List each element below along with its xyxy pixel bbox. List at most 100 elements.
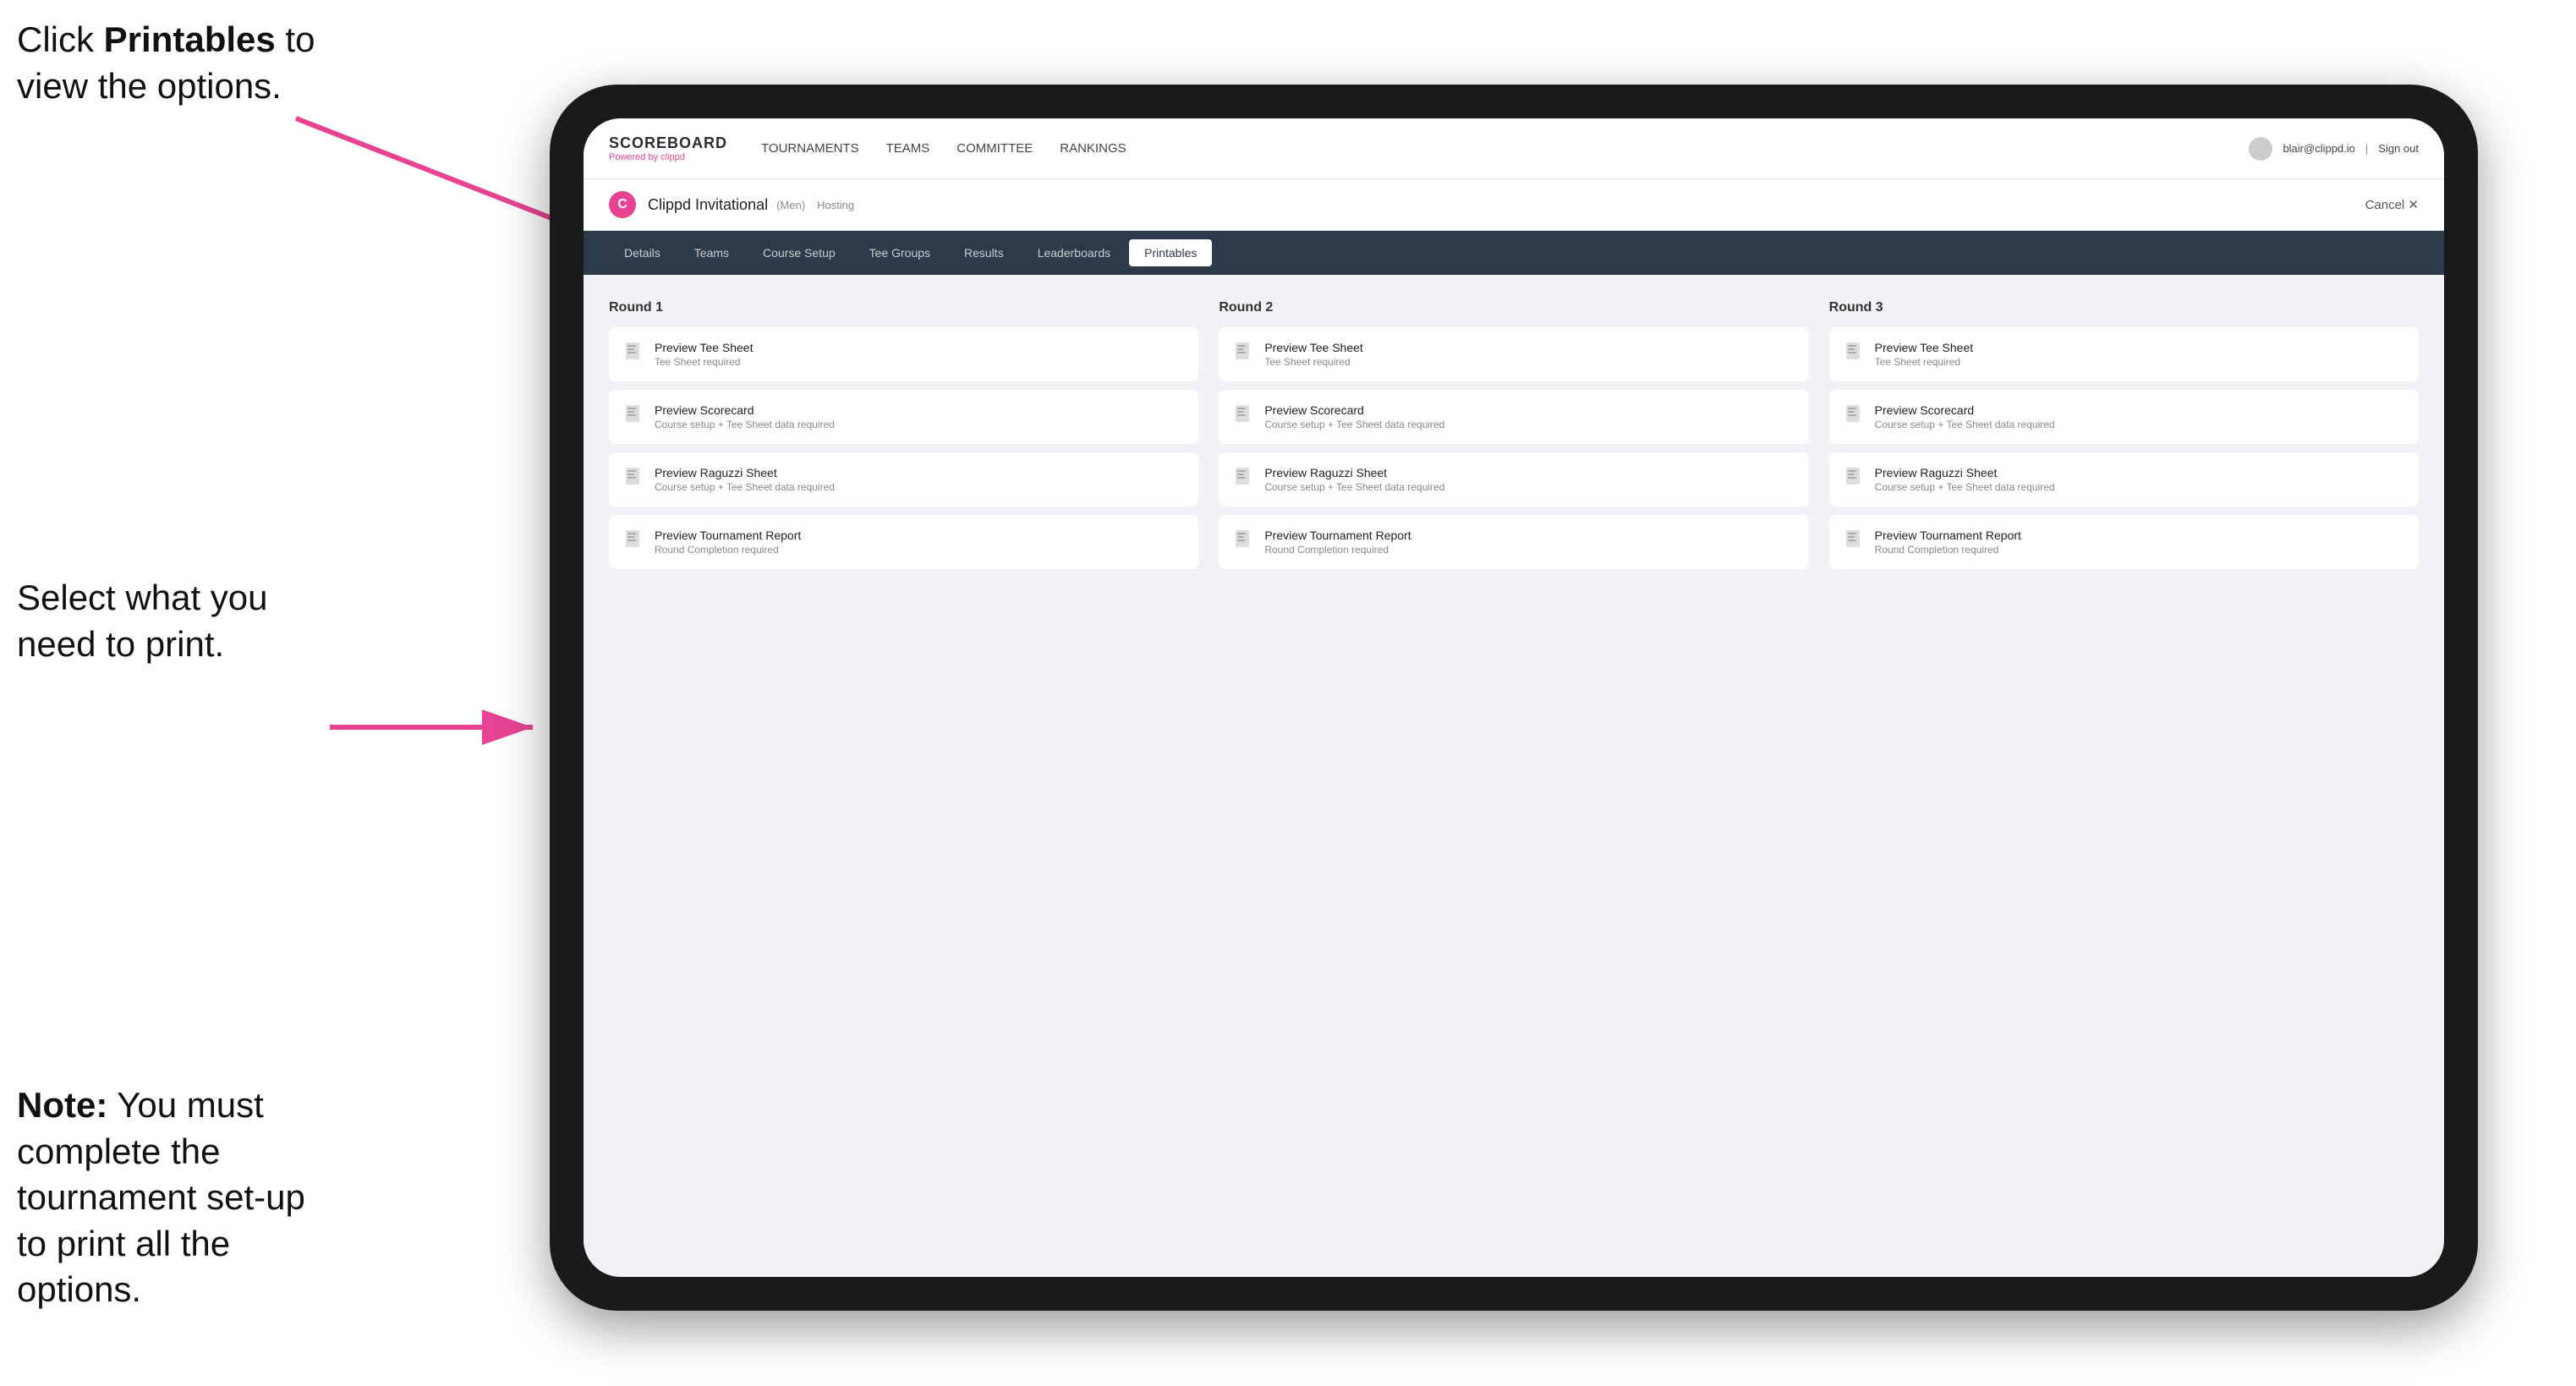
round-3-scorecard-subtitle: Course setup + Tee Sheet data required bbox=[1875, 419, 2055, 430]
document-icon bbox=[624, 468, 644, 491]
rounds-grid: Round 1 Preview Tee Sheet Tee Sheet requ… bbox=[609, 300, 2419, 578]
round-3-tee-sheet-content: Preview Tee Sheet Tee Sheet required bbox=[1875, 341, 1973, 368]
round-2-tee-sheet-subtitle: Tee Sheet required bbox=[1264, 356, 1362, 368]
round-1-raguzzi-content: Preview Raguzzi Sheet Course setup + Tee… bbox=[655, 466, 835, 493]
round-3-raguzzi-title: Preview Raguzzi Sheet bbox=[1875, 466, 2055, 479]
round-1-scorecard-subtitle: Course setup + Tee Sheet data required bbox=[655, 419, 835, 430]
round-2-raguzzi-subtitle: Course setup + Tee Sheet data required bbox=[1264, 481, 1444, 493]
round-3-raguzzi-subtitle: Course setup + Tee Sheet data required bbox=[1875, 481, 2055, 493]
tab-teams[interactable]: Teams bbox=[679, 239, 744, 266]
round-1-tournament-report[interactable]: Preview Tournament Report Round Completi… bbox=[609, 515, 1198, 569]
nav-rankings[interactable]: RANKINGS bbox=[1060, 138, 1126, 159]
nav-tournaments[interactable]: TOURNAMENTS bbox=[761, 138, 859, 159]
logo-sub: Powered by clippd bbox=[609, 152, 727, 162]
round-3-tee-sheet[interactable]: Preview Tee Sheet Tee Sheet required bbox=[1829, 327, 2419, 381]
round-2-tee-sheet-title: Preview Tee Sheet bbox=[1264, 341, 1362, 354]
document-icon bbox=[1234, 342, 1254, 366]
instruction-middle-text: Select what you need to print. bbox=[17, 578, 268, 664]
round-2-title: Round 2 bbox=[1219, 300, 1808, 315]
round-3-tournament-report[interactable]: Preview Tournament Report Round Completi… bbox=[1829, 515, 2419, 569]
round-3-report-content: Preview Tournament Report Round Completi… bbox=[1875, 529, 2021, 556]
arrow-middle-icon bbox=[313, 685, 550, 770]
round-3-report-title: Preview Tournament Report bbox=[1875, 529, 2021, 542]
round-3-title: Round 3 bbox=[1829, 300, 2419, 315]
round-1-tee-sheet-title: Preview Tee Sheet bbox=[655, 341, 753, 354]
instruction-top-text: Click Printables to view the options. bbox=[17, 19, 315, 106]
round-2-raguzzi[interactable]: Preview Raguzzi Sheet Course setup + Tee… bbox=[1219, 452, 1808, 507]
scoreboard-logo: SCOREBOARD Powered by clippd bbox=[609, 134, 727, 162]
sign-out-link[interactable]: Sign out bbox=[2378, 142, 2419, 155]
tournament-status: Hosting bbox=[817, 199, 854, 211]
round-3-raguzzi-content: Preview Raguzzi Sheet Course setup + Tee… bbox=[1875, 466, 2055, 493]
round-2-report-subtitle: Round Completion required bbox=[1264, 544, 1411, 556]
tablet-frame: SCOREBOARD Powered by clippd TOURNAMENTS… bbox=[550, 85, 2478, 1311]
round-1-tee-sheet-content: Preview Tee Sheet Tee Sheet required bbox=[655, 341, 753, 368]
round-2-column: Round 2 Preview Tee Sheet Tee Sheet requ… bbox=[1219, 300, 1808, 578]
round-3-scorecard-content: Preview Scorecard Course setup + Tee She… bbox=[1875, 403, 2055, 430]
round-1-scorecard-content: Preview Scorecard Course setup + Tee She… bbox=[655, 403, 835, 430]
document-icon bbox=[1234, 468, 1254, 491]
round-2-tournament-report[interactable]: Preview Tournament Report Round Completi… bbox=[1219, 515, 1808, 569]
nav-separator: | bbox=[2365, 142, 2368, 155]
tablet-screen: SCOREBOARD Powered by clippd TOURNAMENTS… bbox=[584, 118, 2444, 1277]
instruction-bottom-text: Note: You must complete the tournament s… bbox=[17, 1085, 305, 1309]
round-2-scorecard-title: Preview Scorecard bbox=[1264, 403, 1444, 417]
round-3-column: Round 3 Preview Tee Sheet Tee Sheet requ… bbox=[1829, 300, 2419, 578]
instruction-top: Click Printables to view the options. bbox=[17, 17, 338, 109]
tab-results[interactable]: Results bbox=[949, 239, 1019, 266]
document-icon bbox=[1234, 405, 1254, 429]
sub-nav: Details Teams Course Setup Tee Groups Re… bbox=[584, 231, 2444, 275]
round-1-scorecard-title: Preview Scorecard bbox=[655, 403, 835, 417]
round-1-raguzzi-title: Preview Raguzzi Sheet bbox=[655, 466, 835, 479]
round-1-column: Round 1 Preview Tee Sheet Tee Sheet requ… bbox=[609, 300, 1198, 578]
tab-details[interactable]: Details bbox=[609, 239, 676, 266]
instruction-bottom: Note: You must complete the tournament s… bbox=[17, 1082, 338, 1313]
document-icon bbox=[624, 342, 644, 366]
document-icon bbox=[1844, 405, 1865, 429]
user-avatar bbox=[2249, 137, 2272, 161]
round-1-tee-sheet-subtitle: Tee Sheet required bbox=[655, 356, 753, 368]
tab-tee-groups[interactable]: Tee Groups bbox=[854, 239, 945, 266]
round-3-tee-sheet-title: Preview Tee Sheet bbox=[1875, 341, 1973, 354]
tournament-logo: C bbox=[609, 191, 636, 218]
top-nav-user: blair@clippd.io bbox=[2283, 142, 2354, 155]
nav-teams[interactable]: TEAMS bbox=[886, 138, 930, 159]
round-2-report-content: Preview Tournament Report Round Completi… bbox=[1264, 529, 1411, 556]
nav-committee[interactable]: COMMITTEE bbox=[956, 138, 1033, 159]
tab-course-setup[interactable]: Course Setup bbox=[748, 239, 851, 266]
round-1-raguzzi[interactable]: Preview Raguzzi Sheet Course setup + Tee… bbox=[609, 452, 1198, 507]
top-nav: SCOREBOARD Powered by clippd TOURNAMENTS… bbox=[584, 118, 2444, 179]
cancel-button[interactable]: Cancel ✕ bbox=[2365, 197, 2419, 212]
document-icon bbox=[1844, 530, 1865, 554]
round-3-report-subtitle: Round Completion required bbox=[1875, 544, 2021, 556]
round-1-report-title: Preview Tournament Report bbox=[655, 529, 801, 542]
printables-bold: Printables bbox=[104, 19, 276, 59]
round-1-tee-sheet[interactable]: Preview Tee Sheet Tee Sheet required bbox=[609, 327, 1198, 381]
round-1-raguzzi-subtitle: Course setup + Tee Sheet data required bbox=[655, 481, 835, 493]
tournament-header: C Clippd Invitational (Men) Hosting Canc… bbox=[584, 179, 2444, 231]
round-3-tee-sheet-subtitle: Tee Sheet required bbox=[1875, 356, 1973, 368]
document-icon bbox=[1234, 530, 1254, 554]
round-2-scorecard[interactable]: Preview Scorecard Course setup + Tee She… bbox=[1219, 390, 1808, 444]
round-1-report-subtitle: Round Completion required bbox=[655, 544, 801, 556]
top-nav-links: TOURNAMENTS TEAMS COMMITTEE RANKINGS bbox=[761, 138, 2249, 159]
round-3-raguzzi[interactable]: Preview Raguzzi Sheet Course setup + Tee… bbox=[1829, 452, 2419, 507]
tab-printables[interactable]: Printables bbox=[1129, 239, 1212, 266]
document-icon bbox=[1844, 468, 1865, 491]
round-2-raguzzi-content: Preview Raguzzi Sheet Course setup + Tee… bbox=[1264, 466, 1444, 493]
round-2-scorecard-content: Preview Scorecard Course setup + Tee She… bbox=[1264, 403, 1444, 430]
note-bold: Note: bbox=[17, 1085, 107, 1125]
tournament-name: Clippd Invitational bbox=[648, 196, 768, 214]
top-nav-right: blair@clippd.io | Sign out bbox=[2249, 137, 2419, 161]
instruction-middle: Select what you need to print. bbox=[17, 575, 338, 667]
round-3-scorecard[interactable]: Preview Scorecard Course setup + Tee She… bbox=[1829, 390, 2419, 444]
round-1-report-content: Preview Tournament Report Round Completi… bbox=[655, 529, 801, 556]
main-content: Round 1 Preview Tee Sheet Tee Sheet requ… bbox=[584, 275, 2444, 1277]
round-2-tee-sheet-content: Preview Tee Sheet Tee Sheet required bbox=[1264, 341, 1362, 368]
round-3-scorecard-title: Preview Scorecard bbox=[1875, 403, 2055, 417]
logo-title: SCOREBOARD bbox=[609, 134, 727, 152]
round-2-tee-sheet[interactable]: Preview Tee Sheet Tee Sheet required bbox=[1219, 327, 1808, 381]
tab-leaderboards[interactable]: Leaderboards bbox=[1022, 239, 1126, 266]
round-1-scorecard[interactable]: Preview Scorecard Course setup + Tee She… bbox=[609, 390, 1198, 444]
round-1-title: Round 1 bbox=[609, 300, 1198, 315]
